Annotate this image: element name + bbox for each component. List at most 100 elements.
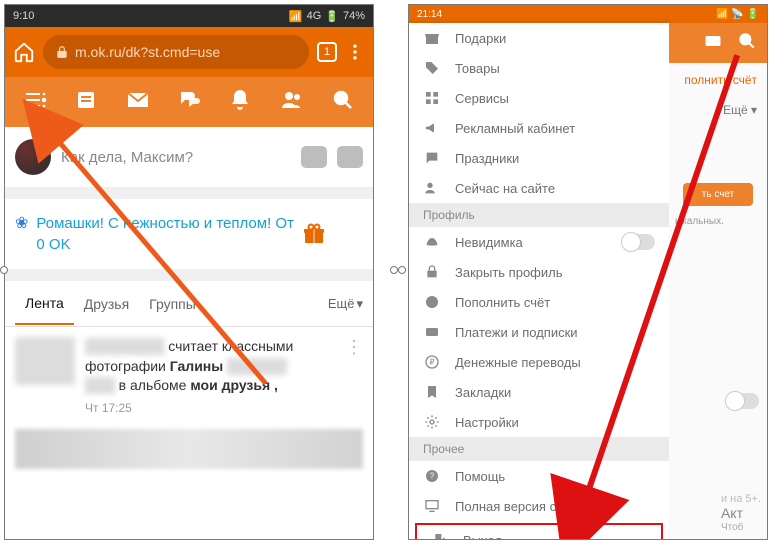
menu-close-profile[interactable]: Закрыть профиль — [409, 257, 669, 287]
svg-text:?: ? — [430, 472, 435, 481]
feed-item[interactable]: ████████ считает классными фотографии Га… — [5, 327, 373, 479]
coin-icon — [423, 293, 441, 311]
blurred-pre: ███ — [85, 377, 115, 393]
topup-link[interactable]: полнить счёт — [669, 63, 767, 97]
menu-label: Платежи и подписки — [455, 325, 578, 340]
tag-icon — [423, 59, 441, 77]
feed-line2a: фотографии — [85, 358, 170, 374]
note-text: ыкальных. — [669, 206, 767, 237]
lock-icon — [55, 45, 69, 59]
menu-label: Выход — [463, 533, 502, 540]
feed-time: Чт 17:25 — [85, 400, 335, 417]
invisible-toggle[interactable] — [623, 234, 655, 250]
gear-icon — [423, 413, 441, 431]
search-icon[interactable] — [331, 88, 355, 117]
menu-holidays[interactable]: Праздники — [409, 143, 669, 173]
menu-label: Подарки — [455, 31, 506, 46]
wallet-icon[interactable] — [703, 31, 723, 56]
menu-transfers[interactable]: ₽Денежные переводы — [409, 347, 669, 377]
menu-goods[interactable]: Товары — [409, 53, 669, 83]
screenshot-right: 21:14 📶 📡 🔋 Подарки Товары Сервисы Рекла… — [408, 4, 768, 540]
promo-price: 0 OK — [36, 234, 294, 255]
anchor-dot — [390, 266, 398, 274]
feed-line3a: в альбоме — [119, 377, 191, 393]
tab-feed[interactable]: Лента — [15, 283, 74, 325]
menu-ads[interactable]: Рекламный кабинет — [409, 113, 669, 143]
menu-label: Товары — [455, 61, 500, 76]
menu-topup[interactable]: Пополнить счёт — [409, 287, 669, 317]
hat-icon — [423, 233, 441, 251]
feed-icon[interactable] — [74, 88, 98, 117]
menu-label: Денежные переводы — [455, 355, 581, 370]
video-icon[interactable] — [337, 146, 363, 168]
feed-thumb — [15, 337, 75, 385]
menu-bookmarks[interactable]: Закладки — [409, 377, 669, 407]
wallet-icon — [423, 323, 441, 341]
people-icon — [423, 179, 441, 197]
tab-count-button[interactable]: 1 — [317, 42, 337, 62]
menu-desktop[interactable]: Полная версия сайта — [409, 491, 669, 521]
topup-button[interactable]: ть счет — [683, 183, 753, 206]
menu-label: Закрыть профиль — [455, 265, 563, 280]
messages-icon[interactable] — [126, 88, 150, 117]
tabs-more[interactable]: Ещё ▾ — [328, 296, 363, 312]
flower-icon: ❀ — [15, 213, 28, 233]
browser-menu-icon[interactable] — [345, 42, 365, 62]
promo-body: Ромашки! С нежностью и теплом! От 0 OK — [36, 213, 294, 255]
user-avatar[interactable] — [15, 139, 51, 175]
search-icon[interactable] — [737, 31, 757, 56]
feed-line2b: Галины — [170, 358, 223, 374]
menu-label: Сейчас на сайте — [455, 181, 555, 196]
friends-icon[interactable] — [280, 88, 304, 117]
side-drawer: Подарки Товары Сервисы Рекламный кабинет… — [409, 23, 669, 539]
notifications-icon[interactable] — [228, 88, 252, 117]
blurred-surname: ██████ — [227, 358, 287, 374]
compose-row[interactable]: Как дела, Максим? — [5, 127, 373, 199]
gift-icon[interactable] — [302, 222, 326, 246]
feed-item-menu[interactable]: ⋮ — [345, 337, 363, 417]
menu-services[interactable]: Сервисы — [409, 83, 669, 113]
menu-label: Сервисы — [455, 91, 509, 106]
tab-groups[interactable]: Группы — [139, 284, 206, 324]
unknown-toggle[interactable] — [727, 393, 759, 409]
menu-logout[interactable]: Выход — [417, 525, 661, 539]
promo-text: Ромашки! С нежностью и теплом! От — [36, 213, 294, 234]
hamburger-menu-button[interactable] — [23, 88, 47, 117]
help-icon: ? — [423, 467, 441, 485]
menu-label: Праздники — [455, 151, 519, 166]
menu-label: Рекламный кабинет — [455, 121, 575, 136]
browser-address-bar: m.ok.ru/dk?st.cmd=use 1 — [5, 27, 373, 77]
discussions-icon[interactable] — [177, 88, 201, 117]
home-icon[interactable] — [13, 41, 35, 63]
promo-block[interactable]: ❀ Ромашки! С нежностью и теплом! От 0 OK — [5, 199, 373, 281]
feed-image — [15, 429, 363, 469]
menu-label: Помощь — [455, 469, 505, 484]
ok-top-nav-partial — [669, 23, 767, 63]
menu-payments[interactable]: Платежи и подписки — [409, 317, 669, 347]
tab-friends[interactable]: Друзья — [74, 284, 139, 324]
menu-gifts[interactable]: Подарки — [409, 23, 669, 53]
menu-invisible[interactable]: Невидимка — [409, 227, 669, 257]
screenshot-left: 9:10 📶 4G 🔋 74% m.ok.ru/dk?st.cmd=use 1 … — [4, 4, 374, 540]
status-right-cluster: 📶 4G 🔋 74% — [289, 10, 365, 23]
camera-icon[interactable] — [301, 146, 327, 168]
ok-top-nav — [5, 77, 373, 127]
url-field[interactable]: m.ok.ru/dk?st.cmd=use — [43, 35, 309, 69]
menu-help[interactable]: ? Помощь — [409, 461, 669, 491]
anchor-dot — [398, 266, 406, 274]
section-profile: Профиль — [409, 203, 669, 227]
footer-text: и на 5+. Акт Чтоб — [715, 487, 767, 539]
menu-online[interactable]: Сейчас на сайте — [409, 173, 669, 203]
menu-settings[interactable]: Настройки — [409, 407, 669, 437]
feed-tabs: Лента Друзья Группы Ещё ▾ — [5, 281, 373, 327]
section-other: Прочее — [409, 437, 669, 461]
more-label[interactable]: Ещё ▾ — [669, 97, 767, 123]
menu-label: Полная версия сайта — [455, 499, 584, 514]
android-status-bar: 9:10 📶 4G 🔋 74% — [5, 5, 373, 27]
exit-highlight-box: Выход — [415, 523, 663, 539]
menu-label: Невидимка — [455, 235, 523, 250]
network-label: 4G — [307, 10, 322, 22]
status-time: 21:14 — [417, 9, 442, 20]
battery-label: 74% — [343, 10, 365, 22]
compose-placeholder: Как дела, Максим? — [61, 149, 291, 166]
